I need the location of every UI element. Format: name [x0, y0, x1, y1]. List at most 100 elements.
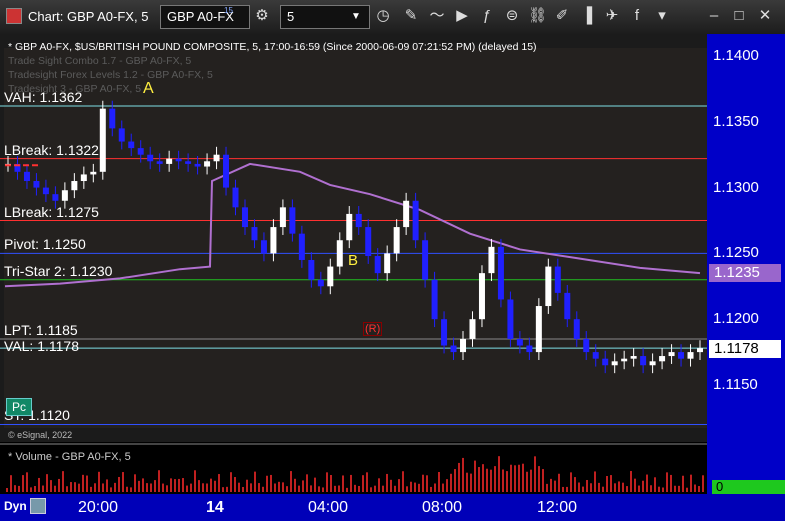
- y-tick: 1.1400: [713, 47, 759, 64]
- volume-bar: [218, 474, 220, 492]
- candle: [393, 227, 400, 254]
- volume-bar: [86, 475, 88, 492]
- volume-bar: [690, 474, 692, 492]
- volume-bar: [190, 483, 192, 492]
- symbol-delay-badge: 15: [224, 6, 233, 15]
- chart-svg: [0, 100, 707, 425]
- volume-bar: [498, 456, 500, 492]
- volume-bar: [506, 471, 508, 492]
- volume-bar: [274, 483, 276, 492]
- volume-bar: [6, 488, 8, 492]
- volume-bar: [170, 478, 172, 492]
- y-tick: 1.1250: [713, 244, 759, 262]
- minimize-icon[interactable]: –: [705, 7, 723, 25]
- volume-bar: [442, 483, 444, 492]
- candle: [223, 154, 230, 188]
- volume-bar: [238, 482, 240, 492]
- volume-bar: [298, 485, 300, 492]
- candle: [687, 352, 694, 359]
- candle: [308, 259, 315, 280]
- format-icon[interactable]: ✐: [553, 7, 571, 25]
- chart-style-icon[interactable]: 〜: [428, 7, 446, 25]
- volume-bar: [446, 479, 448, 492]
- volume-bar: [586, 479, 588, 492]
- link-icon[interactable]: ⊜: [503, 7, 521, 25]
- volume-bar: [130, 487, 132, 492]
- draw-pencil-icon[interactable]: ✎: [402, 7, 420, 25]
- volume-bar: [50, 480, 52, 492]
- candle: [355, 213, 362, 228]
- candle: [460, 338, 467, 353]
- candle: [478, 273, 485, 320]
- bar-chart-icon[interactable]: ▐: [578, 7, 596, 25]
- x-tick: 12:00: [537, 499, 578, 516]
- settings-gear-icon[interactable]: ⚙: [253, 7, 271, 25]
- clock-icon[interactable]: ◷: [374, 7, 392, 25]
- candle: [554, 266, 561, 293]
- volume-bar: [286, 486, 288, 492]
- candle: [649, 361, 656, 366]
- volume-bar: [146, 483, 148, 492]
- volume-bar: [578, 482, 580, 492]
- volume-bar: [614, 483, 616, 492]
- candle: [592, 352, 599, 359]
- candle: [156, 161, 163, 164]
- volume-bar: [702, 475, 704, 492]
- candle: [611, 361, 618, 366]
- volume-bar: [570, 472, 572, 492]
- volume-bar: [550, 478, 552, 492]
- volume-bar: [46, 474, 48, 492]
- volume-bar: [414, 482, 416, 492]
- candle: [668, 352, 675, 357]
- maximize-icon[interactable]: □: [730, 7, 748, 25]
- volume-bar: [558, 473, 560, 492]
- volume-bar: [398, 479, 400, 492]
- candle: [99, 108, 106, 172]
- volume-bar: [178, 478, 180, 492]
- volume-bar: [306, 474, 308, 492]
- volume-bar: [214, 480, 216, 492]
- volume-bar: [378, 478, 380, 492]
- interval-value: 5: [287, 9, 295, 24]
- twitter-icon[interactable]: ✈: [603, 7, 621, 25]
- candle: [23, 171, 30, 182]
- copyright: © eSignal, 2022: [8, 430, 73, 440]
- volume-bar: [694, 484, 696, 492]
- candle: [412, 200, 419, 241]
- candle: [298, 233, 305, 260]
- dyn-icon[interactable]: [30, 498, 46, 514]
- volume-bar: [126, 486, 128, 492]
- volume-bar: [402, 471, 404, 492]
- volume-bar: [478, 467, 480, 492]
- volume-bar: [322, 487, 324, 492]
- volume-bar: [574, 477, 576, 492]
- volume-bar: [438, 471, 440, 492]
- label-a: A: [143, 80, 154, 97]
- candle: [336, 240, 343, 267]
- dyn-label[interactable]: Dyn: [4, 499, 27, 513]
- facebook-icon[interactable]: f: [628, 7, 646, 25]
- candle: [289, 207, 296, 234]
- candle: [33, 181, 40, 188]
- candle: [241, 207, 248, 228]
- study-legend: Trade Sight Combo 1.7 - GBP A0-FX, 5: [8, 55, 192, 67]
- volume-bar: [450, 473, 452, 492]
- play-icon[interactable]: ▶: [453, 7, 471, 25]
- study-icon[interactable]: ƒ: [478, 7, 496, 25]
- chain-icon[interactable]: ⛓: [528, 7, 547, 25]
- volume-bar: [630, 470, 632, 492]
- more-icon[interactable]: ▾: [653, 7, 671, 25]
- close-icon[interactable]: ✕: [756, 7, 774, 25]
- interval-dropdown-icon[interactable]: ▼: [351, 11, 361, 22]
- volume-bar: [26, 472, 28, 492]
- candle: [365, 227, 372, 257]
- candle: [204, 161, 211, 167]
- interval-input[interactable]: 5 ▼: [280, 5, 370, 29]
- symbol-input[interactable]: GBP A0-FX 15: [160, 5, 250, 29]
- volume-bar: [210, 478, 212, 492]
- pc-button[interactable]: Pc: [6, 398, 32, 416]
- volume-bar: [482, 464, 484, 492]
- y-tick: 1.1200: [713, 310, 759, 328]
- volume-bar: [526, 471, 528, 492]
- candle: [497, 246, 504, 300]
